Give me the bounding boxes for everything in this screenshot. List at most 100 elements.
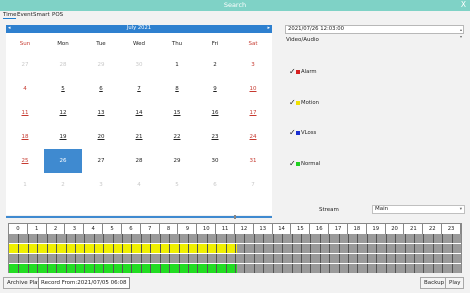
stream-select[interactable]: Main ▾: [372, 205, 465, 214]
timeline-tick: [37, 254, 39, 263]
timeline-tick: [348, 234, 349, 243]
checkmark-icon[interactable]: ✓: [289, 98, 296, 107]
timeline-tick: [282, 254, 284, 263]
timeline-hour-label: 9: [179, 224, 198, 234]
timeline-hour-label: 7: [141, 224, 160, 234]
timeline-tick: [329, 244, 331, 253]
calendar-day[interactable]: 1: [6, 173, 44, 197]
calendar-day[interactable]: 7: [120, 77, 158, 101]
calendar-day[interactable]: 13: [82, 101, 120, 125]
timeline-tick: [395, 254, 397, 263]
calendar-day[interactable]: 18: [6, 125, 44, 149]
calendar-day[interactable]: 10: [234, 77, 272, 101]
timeline-tick: [244, 244, 246, 253]
spin-arrows-icon[interactable]: ▴ ▾: [460, 26, 462, 40]
channel-track[interactable]: [9, 234, 461, 243]
calendar-day[interactable]: 11: [6, 101, 44, 125]
timeline-tick: [150, 244, 152, 253]
timeline-hour-label: 12: [235, 224, 254, 234]
calendar-day[interactable]: 3: [234, 53, 272, 77]
tab-pos[interactable]: POS: [52, 12, 63, 18]
timeline-tick: [37, 264, 39, 273]
timeline-tick: [84, 254, 86, 263]
timeline-tick: [37, 234, 39, 243]
calendar-day[interactable]: 27: [82, 149, 120, 173]
calendar-day[interactable]: 23: [196, 125, 234, 149]
calendar-day[interactable]: 16: [196, 101, 234, 125]
calendar-day[interactable]: 4: [120, 173, 158, 197]
tab-smart[interactable]: Smart: [33, 12, 50, 18]
calendar-day[interactable]: 9: [196, 77, 234, 101]
calendar-day[interactable]: 29: [82, 53, 120, 77]
calendar-day[interactable]: 22: [158, 125, 196, 149]
timeline-tick: [404, 244, 406, 253]
calendar-day[interactable]: 4: [6, 77, 44, 101]
calendar-day[interactable]: 2: [44, 173, 82, 197]
timeline-tick: [27, 254, 29, 263]
timeline-tick: [357, 264, 359, 273]
calendar-day[interactable]: 5: [44, 77, 82, 101]
calendar-day[interactable]: 27: [6, 53, 44, 77]
calendar-day[interactable]: 3: [82, 173, 120, 197]
record-timeline[interactable]: 0 1 2 3 4 5 6 7 8 9 10 11 12 13 14 15 16 17 18 19 20 21 22 23: [8, 223, 462, 273]
datetime-field[interactable]: 2021/07/26 12:03:00 ▴ ▾: [285, 25, 464, 39]
calendar-day[interactable]: 6: [82, 77, 120, 101]
calendar-day[interactable]: 25: [6, 149, 44, 173]
timeline-tick: [206, 264, 208, 273]
calendar-day[interactable]: 15: [158, 101, 196, 125]
play-button[interactable]: Play: [445, 277, 465, 289]
calendar-day[interactable]: 30: [196, 149, 234, 173]
timeline-tick: [319, 234, 321, 243]
backup-button[interactable]: Backup: [420, 277, 449, 289]
calendar-day[interactable]: 19: [44, 125, 82, 149]
scrollbar-thumb[interactable]: [234, 215, 236, 219]
timeline-tick: [235, 264, 236, 273]
tab-time[interactable]: Time: [3, 12, 17, 19]
timeline-tick: [357, 244, 359, 253]
calendar-day[interactable]: 21: [120, 125, 158, 149]
calendar-day[interactable]: 14: [120, 101, 158, 125]
checkmark-icon[interactable]: ✓: [289, 67, 296, 76]
next-month-icon[interactable]: ▸: [267, 25, 270, 31]
timeline-tick: [84, 264, 86, 273]
calendar-day[interactable]: 8: [158, 77, 196, 101]
timeline-tick: [442, 234, 444, 243]
calendar-day[interactable]: 29: [158, 149, 196, 173]
channel-track[interactable]: [9, 254, 461, 263]
channel-track[interactable]: [9, 244, 461, 253]
calendar-day[interactable]: 24: [234, 125, 272, 149]
chevron-down-icon[interactable]: ▾: [460, 206, 462, 213]
calendar-day[interactable]: 7: [234, 173, 272, 197]
calendar-day[interactable]: 20: [82, 125, 120, 149]
calendar-day[interactable]: 1: [158, 53, 196, 77]
timeline-tick: [159, 254, 161, 263]
tab-event[interactable]: Event: [17, 12, 33, 18]
timeline-tick: [159, 234, 161, 243]
checkmark-icon[interactable]: ✓: [289, 128, 296, 137]
timeline-tick: [385, 244, 387, 253]
channel-track[interactable]: [9, 264, 461, 273]
timeline-hour-label: 14: [273, 224, 292, 234]
timeline-tick: [112, 264, 114, 273]
calendar-day[interactable]: 2: [196, 53, 234, 77]
title-bar: Search X: [0, 0, 470, 11]
timeline-tick: [442, 244, 444, 253]
timeline-tick: [150, 254, 152, 263]
calendar-day[interactable]: 28: [44, 53, 82, 77]
timeline-tick: [131, 244, 133, 253]
timeline-tick: [253, 244, 255, 253]
calendar-scrollbar[interactable]: [6, 215, 272, 219]
calendar-day[interactable]: 12: [44, 101, 82, 125]
checkmark-icon[interactable]: ✓: [289, 159, 296, 168]
calendar-day[interactable]: 17: [234, 101, 272, 125]
calendar-day[interactable]: 6: [196, 173, 234, 197]
calendar-day[interactable]: 28: [120, 149, 158, 173]
calendar-day[interactable]: 5: [158, 173, 196, 197]
timeline-tick: [338, 254, 340, 263]
timeline-tick: [319, 244, 321, 253]
calendar-day[interactable]: 30: [120, 53, 158, 77]
stream-label: Stream: [319, 207, 339, 213]
calendar-day[interactable]: 26: [44, 149, 82, 173]
calendar-day[interactable]: 31: [234, 149, 272, 173]
close-icon[interactable]: X: [461, 0, 466, 9]
